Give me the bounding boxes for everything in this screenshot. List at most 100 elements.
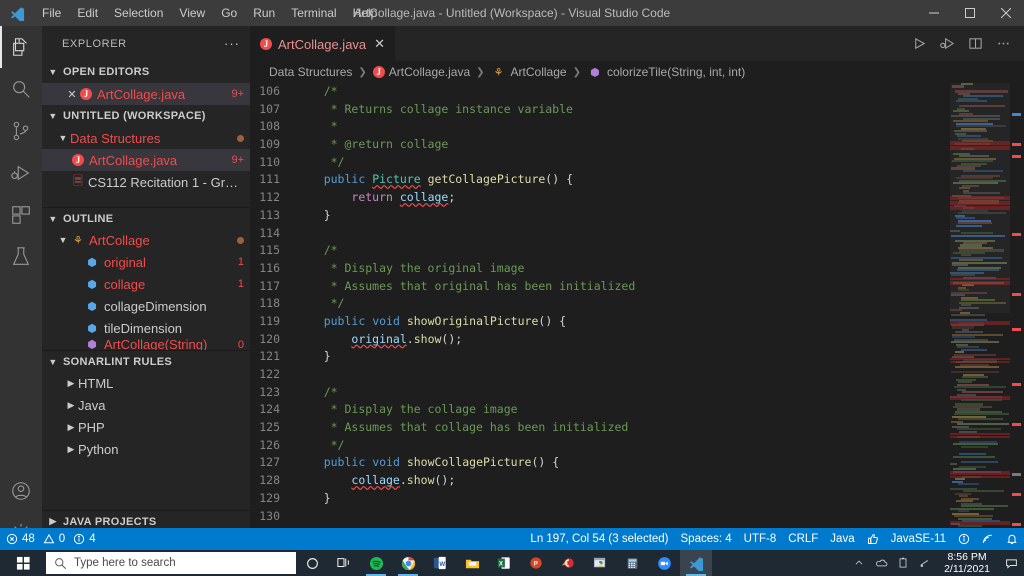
activity-run-debug[interactable]	[0, 152, 42, 194]
sonarlint-item-html[interactable]: ▶ HTML	[42, 372, 250, 394]
outline-item-tiledimension[interactable]: ⬢ tileDimension	[42, 317, 250, 339]
activity-explorer[interactable]	[0, 26, 42, 68]
run-icon[interactable]	[906, 31, 932, 57]
code-line[interactable]: 128 collage.show();	[250, 472, 1024, 490]
code-line[interactable]: 110 */	[250, 154, 1024, 172]
minimize-button[interactable]	[916, 0, 952, 26]
section-sonarlint[interactable]: ▼ SONARLINT RULES	[42, 350, 250, 372]
sidebar-more-actions[interactable]: ···	[224, 36, 240, 51]
menu-go[interactable]: Go	[213, 3, 245, 23]
code-line[interactable]: 116 * Display the original image	[250, 260, 1024, 278]
feedback-status[interactable]	[861, 528, 885, 550]
code-line[interactable]: 106 /*	[250, 83, 1024, 101]
close-button[interactable]	[988, 0, 1024, 26]
maximize-button[interactable]	[952, 0, 988, 26]
code-line[interactable]: 111 public Picture getCollagePicture() {	[250, 171, 1024, 189]
taskbar-ccleaner[interactable]	[552, 550, 584, 576]
taskbar-file-explorer[interactable]	[456, 550, 488, 576]
code-line[interactable]: 127 public void showCollagePicture() {	[250, 454, 1024, 472]
menu-selection[interactable]: Selection	[106, 3, 171, 23]
language-status[interactable]: Java	[824, 528, 860, 550]
menu-run[interactable]: Run	[245, 3, 283, 23]
menu-file[interactable]: File	[34, 3, 69, 23]
tab-close-icon[interactable]: ✕	[374, 36, 385, 52]
taskbar-excel[interactable]: X	[488, 550, 520, 576]
breadcrumb-method[interactable]: ⬢ colorizeTile(String, int, int)	[587, 65, 745, 79]
file-artcollage-java[interactable]: J ArtCollage.java 9+	[42, 149, 250, 171]
taskbar-search[interactable]: Type here to search	[46, 552, 296, 574]
network-icon[interactable]	[914, 550, 936, 576]
outline-item-constructor[interactable]: ⬢ ArtCollage(String) 0	[42, 339, 250, 350]
sonarlint-item-python[interactable]: ▶ Python	[42, 438, 250, 460]
minimap[interactable]	[950, 83, 1010, 554]
taskbar-powerpoint[interactable]: P	[520, 550, 552, 576]
code-line[interactable]: 109 * @return collage	[250, 136, 1024, 154]
overview-ruler[interactable]	[1010, 83, 1024, 554]
section-workspace[interactable]: ▼ UNTITLED (WORKSPACE)	[42, 105, 250, 127]
cursor-position[interactable]: Ln 197, Col 54 (3 selected)	[524, 528, 674, 550]
code-lines[interactable]: 106 /* 107 * Returns collage instance var…	[250, 83, 1024, 554]
code-line[interactable]: 126 */	[250, 437, 1024, 455]
show-hidden-icons-button[interactable]	[848, 550, 870, 576]
code-line[interactable]: 129 }	[250, 490, 1024, 508]
java-info-status[interactable]	[952, 528, 976, 550]
split-editor-icon[interactable]	[962, 31, 988, 57]
open-editor-item[interactable]: ✕ J ArtCollage.java 9+	[42, 83, 250, 105]
activity-extensions[interactable]	[0, 194, 42, 236]
code-line[interactable]: 119 public void showOriginalPicture() {	[250, 313, 1024, 331]
menu-terminal[interactable]: Terminal	[283, 3, 344, 23]
taskbar-chrome[interactable]	[392, 550, 424, 576]
code-line[interactable]: 120 original.show();	[250, 331, 1024, 349]
taskbar-zoom[interactable]	[648, 550, 680, 576]
code-line[interactable]: 112 return collage;	[250, 189, 1024, 207]
tab-artcollage-java[interactable]: J ArtCollage.java ✕	[250, 26, 396, 61]
eol-status[interactable]: CRLF	[782, 528, 824, 550]
code-line[interactable]: 123 /*	[250, 384, 1024, 402]
problems-status[interactable]: 48 0 4	[0, 528, 102, 550]
folder-data-structures[interactable]: ▼ Data Structures	[42, 127, 250, 149]
code-line[interactable]: 125 * Assumes that collage has been init…	[250, 419, 1024, 437]
run-debug-icon[interactable]	[934, 31, 960, 57]
menu-edit[interactable]: Edit	[69, 3, 106, 23]
sonarlint-item-php[interactable]: ▶ PHP	[42, 416, 250, 438]
taskbar-word[interactable]: W	[424, 550, 456, 576]
code-editor[interactable]: 106 /* 107 * Returns collage instance var…	[250, 83, 1024, 554]
code-line[interactable]: 117 * Assumes that original has been ini…	[250, 278, 1024, 296]
outline-item-original[interactable]: ⬢ original 1	[42, 251, 250, 273]
indentation-status[interactable]: Spaces: 4	[675, 528, 738, 550]
more-actions-icon[interactable]	[990, 31, 1016, 57]
code-line[interactable]: 118 */	[250, 295, 1024, 313]
clock[interactable]: 8:56 PM 2/11/2021	[936, 551, 998, 575]
menu-view[interactable]: View	[171, 3, 213, 23]
activity-accounts[interactable]	[0, 470, 42, 512]
outline-item-collage[interactable]: ⬢ collage 1	[42, 273, 250, 295]
activity-search[interactable]	[0, 68, 42, 110]
breadcrumb-folder[interactable]: Data Structures	[269, 65, 352, 79]
file-cs112-recitation[interactable]: 🗏 CS112 Recitation 1 - Greatest Hits o..…	[42, 171, 250, 193]
notifications-status[interactable]	[1000, 528, 1024, 550]
notification-center-button[interactable]	[998, 550, 1024, 576]
code-line[interactable]: 124 * Display the collage image	[250, 401, 1024, 419]
sonarlint-status[interactable]	[976, 528, 1000, 550]
jdk-status[interactable]: JavaSE-11	[885, 528, 952, 550]
section-open-editors[interactable]: ▼ OPEN EDITORS	[42, 61, 250, 83]
activity-testing[interactable]	[0, 236, 42, 278]
onedrive-icon[interactable]	[870, 550, 892, 576]
start-button[interactable]	[0, 550, 46, 576]
breadcrumb-class[interactable]: ⚘ ArtCollage	[491, 65, 567, 79]
code-line[interactable]: 121 }	[250, 348, 1024, 366]
code-line[interactable]: 115 /*	[250, 242, 1024, 260]
encoding-status[interactable]: UTF-8	[738, 528, 783, 550]
section-outline[interactable]: ▼ OUTLINE	[42, 207, 250, 229]
activity-source-control[interactable]	[0, 110, 42, 152]
code-line[interactable]: 122	[250, 366, 1024, 384]
taskbar-calculator[interactable]	[616, 550, 648, 576]
sonarlint-item-java[interactable]: ▶ Java	[42, 394, 250, 416]
outline-item-collagedimension[interactable]: ⬢ collageDimension	[42, 295, 250, 317]
taskbar-spotify[interactable]	[360, 550, 392, 576]
battery-icon[interactable]	[892, 550, 914, 576]
taskbar-python[interactable]	[584, 550, 616, 576]
code-line[interactable]: 107 * Returns collage instance variable	[250, 101, 1024, 119]
close-icon[interactable]: ✕	[64, 88, 80, 101]
taskbar-task-view[interactable]	[328, 550, 360, 576]
